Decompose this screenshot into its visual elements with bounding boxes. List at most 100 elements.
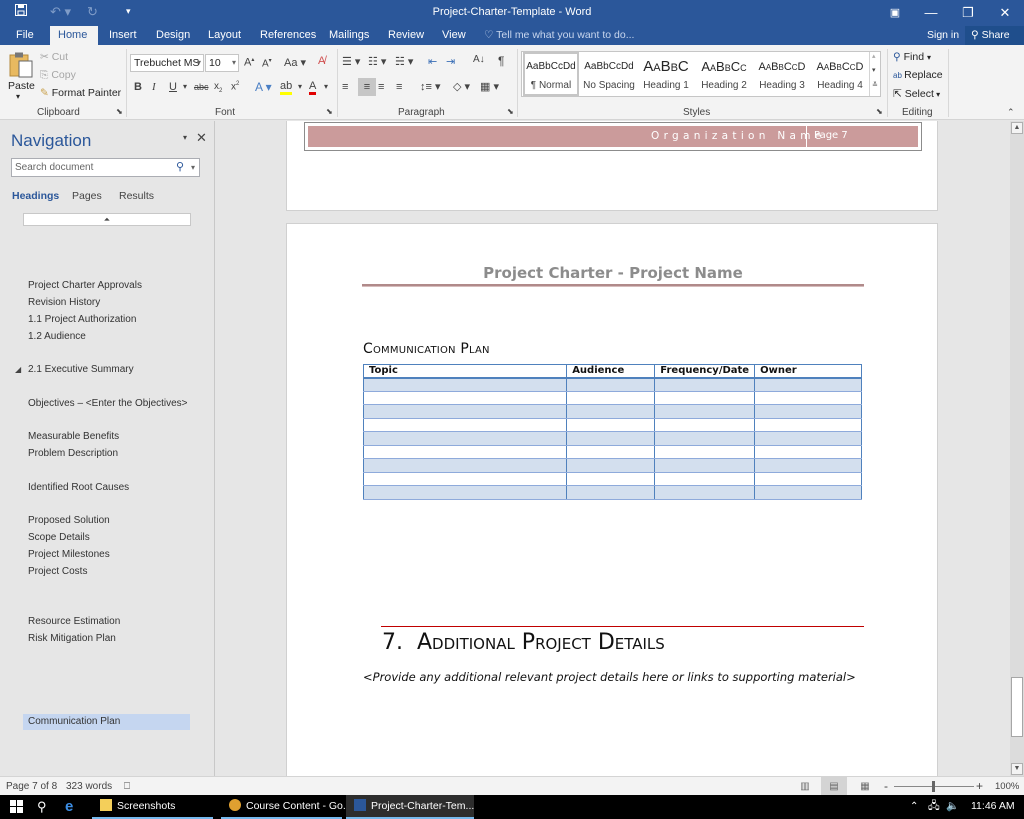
table-cell[interactable] [566,458,656,473]
search-taskbar-icon[interactable]: ⚲ [37,795,47,819]
clear-formatting-icon[interactable]: A̸ [318,55,325,67]
font-color-icon[interactable]: A [309,80,317,95]
bold-icon[interactable]: B [134,81,142,93]
table-cell[interactable] [566,471,656,486]
grow-font-icon[interactable]: A▴ [244,56,254,69]
select-button[interactable]: ⇱ Select ▾ [893,88,940,100]
zoom-slider-thumb[interactable] [932,781,935,792]
text-effects-icon[interactable]: A ▾ [255,80,272,94]
search-document-input[interactable]: Search document ⚲ ▾ [11,158,200,177]
tab-references[interactable]: References [252,26,324,45]
style-heading-3[interactable]: AaBbCcD Heading 3 [754,52,810,96]
volume-icon[interactable]: 🔈 [946,795,959,819]
superscript-icon[interactable]: x2 [231,81,239,92]
table-cell[interactable] [754,390,862,405]
close-button[interactable]: ✕ [990,2,1020,24]
table-cell[interactable] [654,444,756,459]
table-cell[interactable] [362,377,568,392]
table-cell[interactable] [362,458,568,473]
table-cell[interactable] [362,485,568,500]
nav-heading-item[interactable]: Measurable Benefits [28,431,119,442]
table-cell[interactable] [654,417,756,432]
line-spacing-icon[interactable]: ↕≡ ▾ [420,80,441,93]
scroll-down-icon[interactable]: ▼ [1011,763,1023,775]
scroll-to-top-button[interactable]: ⏶ [23,213,191,226]
style-normal[interactable]: AaBbCcDd ¶ Normal [523,52,579,96]
search-icon[interactable]: ⚲ [176,159,184,176]
paragraph-launcher-icon[interactable]: ⬊ [507,107,514,116]
nav-heading-item[interactable]: 1.2 Audience [28,331,86,342]
shading-icon[interactable]: ◇ ▾ [453,80,470,93]
minimize-button[interactable]: — [916,2,946,24]
zoom-in-button[interactable]: + [976,779,983,793]
table-cell[interactable] [754,404,862,419]
tab-layout[interactable]: Layout [200,26,249,45]
proofing-icon[interactable]: ⎕ [124,781,130,792]
align-center-icon[interactable]: ≡ [358,78,376,96]
table-cell[interactable] [362,417,568,432]
column-header-frequency[interactable]: Frequency/Date [654,364,756,379]
zoom-out-button[interactable]: - [884,779,888,793]
table-cell[interactable] [654,377,756,392]
decrease-indent-icon[interactable]: ⇤ [428,55,437,68]
format-painter-button[interactable]: ✎ Format Painter [40,87,121,99]
column-header-topic[interactable]: Topic [362,364,568,379]
table-cell[interactable] [362,444,568,459]
tab-insert[interactable]: Insert [101,26,145,45]
nav-heading-item[interactable]: 2.1 Executive Summary [28,364,134,375]
scroll-up-icon[interactable]: ▲ [1011,122,1023,134]
collapse-ribbon-icon[interactable]: ⌃ [1007,107,1015,118]
table-cell[interactable] [566,444,656,459]
styles-down-icon[interactable]: ▾ [872,66,876,74]
tab-view[interactable]: View [434,26,474,45]
nav-heading-item[interactable]: Project Costs [28,566,87,577]
nav-heading-item[interactable]: 1.1 Project Authorization [28,314,136,325]
numbering-icon[interactable]: ☷ ▾ [368,55,386,68]
table-cell[interactable] [654,485,756,500]
subscript-icon[interactable]: x2 [214,81,222,94]
font-name-combo[interactable]: Trebuchet MS ▾ [130,54,204,72]
table-cell[interactable] [566,431,656,446]
table-cell[interactable] [754,471,862,486]
style-no-spacing[interactable]: AaBbCcDd No Spacing [580,52,638,96]
nav-tab-pages[interactable]: Pages [72,190,102,202]
taskbar-app-word[interactable]: Project-Charter-Tem... [346,795,474,819]
close-pane-icon[interactable]: ✕ [196,130,207,146]
paste-button[interactable]: Paste ▾ [8,50,35,101]
styles-up-icon[interactable]: ▴ [872,52,876,60]
cut-button[interactable]: ✂ Cut [40,51,68,63]
table-cell[interactable] [566,404,656,419]
nav-tab-headings[interactable]: Headings [12,190,59,202]
tab-file[interactable]: File [8,26,42,45]
table-cell[interactable] [754,485,862,500]
pane-options-icon[interactable]: ▾ [183,133,187,142]
style-heading-4[interactable]: AaBbCcD Heading 4 [812,52,868,96]
tab-review[interactable]: Review [380,26,432,45]
table-cell[interactable] [654,404,756,419]
table-cell[interactable] [654,471,756,486]
scrollbar-thumb[interactable] [1011,677,1023,737]
table-cell[interactable] [362,471,568,486]
print-layout-icon[interactable]: ▤ [821,777,847,796]
search-options-icon[interactable]: ▾ [191,159,195,176]
table-cell[interactable] [754,377,862,392]
tell-me-box[interactable]: ♡ Tell me what you want to do... [484,29,634,41]
nav-heading-item[interactable]: Risk Mitigation Plan [28,633,116,644]
table-cell[interactable] [566,417,656,432]
sort-icon[interactable]: A↓ [473,54,485,65]
table-cell[interactable] [654,458,756,473]
nav-heading-item[interactable]: Revision History [28,297,100,308]
find-button[interactable]: ⚲ Find ▾ [893,51,931,63]
nav-heading-item[interactable]: Objectives – <Enter the Objectives> [28,398,188,409]
network-icon[interactable]: 🖧 [928,795,940,819]
increase-indent-icon[interactable]: ⇥ [446,55,455,68]
table-cell[interactable] [566,390,656,405]
align-right-icon[interactable]: ≡ [378,81,384,93]
column-header-owner[interactable]: Owner [754,364,862,379]
highlight-dropdown-icon[interactable]: ▾ [298,82,302,91]
table-cell[interactable] [654,390,756,405]
vertical-scrollbar[interactable]: ▲ ▼ [1010,121,1024,776]
web-layout-icon[interactable]: ▦ [852,777,878,796]
nav-tab-results[interactable]: Results [119,190,154,202]
underline-dropdown-icon[interactable]: ▾ [183,82,187,91]
